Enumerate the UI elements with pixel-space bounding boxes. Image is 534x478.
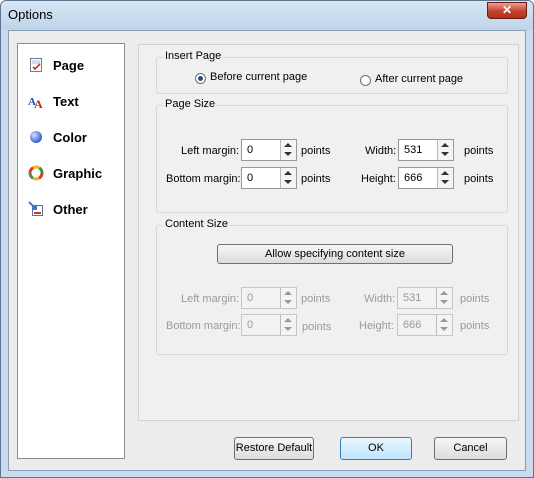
window-title: Options <box>8 7 53 22</box>
allow-content-size-button[interactable]: Allow specifying content size <box>217 244 453 264</box>
after-current-page-label[interactable]: After current page <box>375 73 463 85</box>
options-dialog: Options ✕ Page AA Text Color Graphic Oth… <box>0 0 534 478</box>
page-options-panel: Insert Page Before current page After cu… <box>138 44 519 421</box>
title-bar[interactable]: Options ✕ <box>1 1 533 30</box>
bottom-margin-label: Bottom margin: <box>166 173 241 185</box>
width-spinbox[interactable]: 531 <box>398 139 454 161</box>
spin-up-icon[interactable] <box>284 318 292 322</box>
width-units: points <box>464 145 494 157</box>
height-spinbox[interactable]: 666 <box>398 167 454 189</box>
spin-up-icon[interactable] <box>284 143 292 147</box>
spin-up-icon[interactable] <box>440 291 448 295</box>
spin-arrows[interactable] <box>280 140 296 160</box>
sidebar-item-color[interactable]: Color <box>28 127 87 147</box>
content-bottom-margin-value[interactable]: 0 <box>247 319 253 331</box>
content-width-value[interactable]: 531 <box>403 292 421 304</box>
spin-arrows[interactable] <box>280 168 296 188</box>
spin-arrows[interactable] <box>280 315 296 335</box>
close-button[interactable]: ✕ <box>487 2 527 19</box>
graphic-icon <box>28 165 44 181</box>
content-width-label: Width: <box>364 293 396 305</box>
sidebar-item-label: Text <box>53 93 79 109</box>
svg-text:A: A <box>34 97 43 109</box>
content-height-value[interactable]: 666 <box>403 319 421 331</box>
spin-up-icon[interactable] <box>284 171 292 175</box>
sidebar-item-label: Page <box>53 57 85 73</box>
dialog-client-area: Page AA Text Color Graphic Other Insert … <box>8 30 526 471</box>
bottom-margin-spinbox[interactable]: 0 <box>241 167 297 189</box>
sidebar-item-text[interactable]: AA Text <box>28 91 79 112</box>
left-margin-label: Left margin: <box>181 145 240 157</box>
content-left-margin-value[interactable]: 0 <box>247 292 253 304</box>
spin-up-icon[interactable] <box>284 291 292 295</box>
content-width-spinbox[interactable]: 531 <box>397 287 453 309</box>
group-title: Page Size <box>163 98 218 110</box>
spin-up-icon[interactable] <box>440 318 448 322</box>
spin-arrows[interactable] <box>436 288 452 308</box>
sidebar-item-label: Graphic <box>53 165 103 181</box>
spin-down-icon[interactable] <box>440 300 448 304</box>
spin-down-icon[interactable] <box>284 152 292 156</box>
sidebar-item-label: Color <box>53 129 87 145</box>
spin-arrows[interactable] <box>437 140 453 160</box>
text-icon: AA <box>28 93 44 111</box>
close-icon: ✕ <box>501 3 513 17</box>
content-width-units: points <box>460 293 490 305</box>
spin-down-icon[interactable] <box>284 180 292 184</box>
ok-button[interactable]: OK <box>340 437 412 460</box>
content-height-units: points <box>460 320 490 332</box>
insert-page-group: Insert Page Before current page After cu… <box>156 50 508 94</box>
content-left-margin-label: Left margin: <box>181 293 240 305</box>
sidebar-item-page[interactable]: Page <box>28 55 84 75</box>
content-bottom-margin-label: Bottom margin: <box>166 320 241 332</box>
height-value[interactable]: 666 <box>404 172 422 184</box>
group-title: Insert Page <box>163 50 224 62</box>
group-title: Content Size <box>163 218 230 230</box>
spin-down-icon[interactable] <box>440 327 448 331</box>
content-height-label: Height: <box>359 320 394 332</box>
content-bottom-margin-units: points <box>302 321 332 333</box>
restore-default-button[interactable]: Restore Default <box>234 437 314 460</box>
spin-down-icon[interactable] <box>284 327 292 331</box>
spin-arrows[interactable] <box>437 168 453 188</box>
sidebar-item-graphic[interactable]: Graphic <box>28 163 102 183</box>
content-bottom-margin-spinbox[interactable]: 0 <box>241 314 297 336</box>
sidebar-item-label: Other <box>53 201 88 217</box>
cancel-button[interactable]: Cancel <box>434 437 507 460</box>
left-margin-units: points <box>301 145 331 157</box>
page-size-group: Page Size Left margin: 0 points Width: 5… <box>156 98 508 213</box>
spin-arrows[interactable] <box>436 315 452 335</box>
other-icon <box>28 201 44 217</box>
after-current-page-radio[interactable] <box>360 75 371 86</box>
spin-down-icon[interactable] <box>441 152 449 156</box>
before-current-page-label[interactable]: Before current page <box>210 71 307 83</box>
color-icon <box>28 129 44 145</box>
width-value[interactable]: 531 <box>404 144 422 156</box>
spin-up-icon[interactable] <box>441 171 449 175</box>
content-left-margin-spinbox[interactable]: 0 <box>241 287 297 309</box>
height-units: points <box>464 173 494 185</box>
spin-down-icon[interactable] <box>284 300 292 304</box>
left-margin-spinbox[interactable]: 0 <box>241 139 297 161</box>
category-sidebar: Page AA Text Color Graphic Other <box>17 43 125 459</box>
bottom-margin-units: points <box>301 173 331 185</box>
content-height-spinbox[interactable]: 666 <box>397 314 453 336</box>
spin-up-icon[interactable] <box>441 143 449 147</box>
content-size-group: Content Size Allow specifying content si… <box>156 218 508 355</box>
sidebar-item-other[interactable]: Other <box>28 199 88 219</box>
spin-down-icon[interactable] <box>441 180 449 184</box>
page-icon <box>28 57 44 73</box>
bottom-margin-value[interactable]: 0 <box>247 172 253 184</box>
spin-arrows[interactable] <box>280 288 296 308</box>
content-left-margin-units: points <box>301 293 331 305</box>
height-label: Height: <box>361 173 396 185</box>
width-label: Width: <box>365 145 397 157</box>
before-current-page-radio[interactable] <box>195 73 206 84</box>
left-margin-value[interactable]: 0 <box>247 144 253 156</box>
